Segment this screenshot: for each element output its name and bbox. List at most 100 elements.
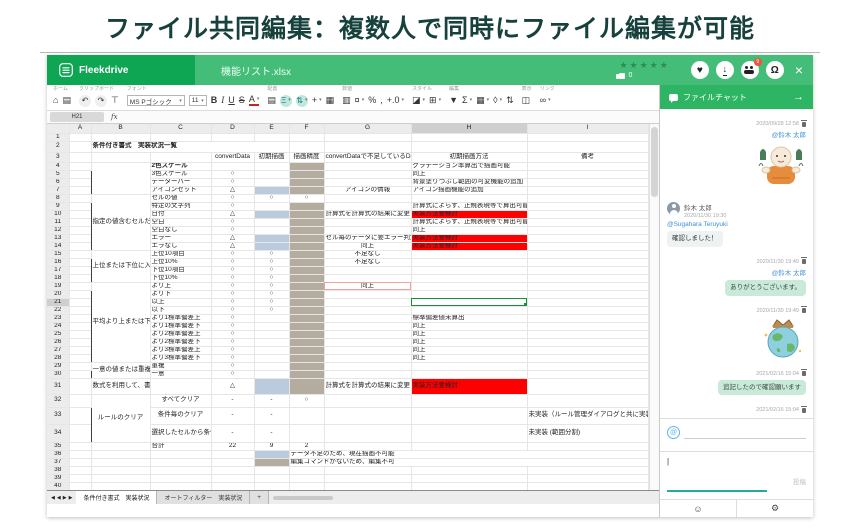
cell-H29[interactable] — [410, 361, 528, 371]
cell-F36[interactable]: データ不足のため、現在描画不可能 — [289, 450, 649, 459]
select-all-corner[interactable] — [47, 124, 70, 134]
cell-F13[interactable] — [288, 233, 325, 243]
cell-G30[interactable] — [323, 369, 412, 379]
italic-button[interactable]: I — [221, 96, 224, 105]
like-widget[interactable]: 0 — [616, 72, 632, 79]
cell-B3[interactable] — [90, 151, 151, 163]
cell-E20[interactable]: ○ — [253, 289, 290, 299]
cell-A40[interactable] — [69, 482, 92, 490]
cell-A9[interactable] — [69, 202, 92, 211]
cell-H5[interactable]: 同上 — [410, 169, 528, 179]
cell-C7[interactable]: アイコンセット — [149, 185, 212, 195]
cell-H19[interactable] — [410, 281, 528, 291]
cell-I2[interactable] — [527, 141, 649, 153]
merge-cells-button[interactable]: ▦ — [326, 96, 335, 105]
cell-F18[interactable] — [288, 273, 325, 283]
cell-E38[interactable] — [254, 466, 290, 475]
row-header-12[interactable]: 12 — [47, 226, 70, 235]
cell-F16[interactable] — [288, 257, 325, 267]
row-header-35[interactable]: 35 — [47, 442, 70, 451]
cell-D40[interactable] — [211, 482, 255, 490]
cell-E21[interactable]: ○ — [253, 297, 290, 307]
row-header-20[interactable]: 20 — [47, 290, 70, 299]
cell-G33[interactable] — [323, 406, 412, 425]
sheet-nav-button[interactable]: ◀ — [57, 495, 61, 501]
cell-F27[interactable] — [288, 345, 325, 355]
cell-F34[interactable] — [288, 423, 325, 443]
cell-H9[interactable]: 計算式によらず、正規表現等で算出可能 — [410, 201, 528, 211]
cell-E39[interactable] — [254, 474, 290, 483]
cell-A1[interactable] — [69, 133, 92, 142]
delete-message-icon[interactable] — [801, 306, 807, 314]
sort-button[interactable]: ⇅ — [506, 96, 514, 105]
cell-F9[interactable] — [288, 201, 325, 211]
cell-G29[interactable] — [323, 361, 412, 371]
cell-A5[interactable] — [69, 170, 92, 179]
cell-B1[interactable] — [91, 133, 151, 142]
cell-I14[interactable] — [526, 241, 649, 251]
cell-I6[interactable] — [526, 177, 649, 187]
cell-D22[interactable]: ○ — [210, 305, 255, 315]
cell-D6[interactable]: ○ — [210, 177, 255, 187]
cell-I40[interactable] — [527, 482, 649, 490]
cell-H7[interactable]: アイコン描画機能の追加 — [410, 185, 528, 195]
cell-C40[interactable] — [150, 482, 212, 490]
cell-G9[interactable] — [323, 201, 412, 211]
cell-E35[interactable]: 9 — [253, 441, 290, 451]
cell-F28[interactable] — [288, 353, 325, 363]
cell-A21[interactable] — [69, 298, 92, 307]
cell-name-box[interactable]: H21 — [50, 112, 104, 122]
row-header-30[interactable]: 30 — [47, 370, 70, 379]
home-button[interactable]: ⌂ — [53, 96, 58, 105]
sheet-tab[interactable]: オートフィルター 実装状況 — [157, 491, 251, 504]
cell-G32[interactable] — [323, 393, 412, 408]
cell-D34[interactable]: - — [210, 423, 255, 443]
cell-E32[interactable]: - — [253, 393, 290, 408]
cell-D28[interactable]: ○ — [210, 353, 255, 363]
row-header-15[interactable]: 15 — [47, 250, 70, 259]
cell-A18[interactable] — [69, 274, 92, 283]
cell-G17[interactable] — [323, 265, 412, 275]
borders-button[interactable]: ⊞ ▾ — [429, 96, 441, 105]
row-header-16[interactable]: 16 — [47, 258, 70, 267]
cell-G14[interactable]: 同上 — [323, 241, 412, 251]
column-header-A[interactable]: A — [69, 124, 92, 134]
cell-I27[interactable] — [526, 345, 649, 355]
cell-C20[interactable]: より下 — [149, 289, 212, 299]
comma-button[interactable]: , — [380, 96, 383, 105]
cell-H18[interactable] — [410, 273, 528, 283]
cell-G5[interactable] — [323, 169, 412, 179]
cell-H35[interactable] — [410, 441, 528, 451]
cell-D24[interactable]: ○ — [210, 321, 255, 331]
cell-C12[interactable]: 空白なし — [149, 225, 212, 235]
mention-link[interactable]: @鈴木 太郎 — [667, 267, 806, 277]
cell-H13[interactable]: 実装方法要検討 — [410, 233, 528, 243]
cell-C3[interactable] — [149, 151, 212, 163]
cell-C30[interactable]: 一意 — [149, 369, 212, 379]
cell-I18[interactable] — [526, 273, 649, 283]
cell-G34[interactable] — [323, 423, 412, 443]
cell-G24[interactable] — [323, 321, 412, 331]
cell-E25[interactable] — [253, 329, 290, 339]
cell-A34[interactable] — [69, 424, 92, 443]
cell-F29[interactable] — [288, 361, 325, 371]
column-header-C[interactable]: C — [150, 124, 212, 134]
cell-H26[interactable]: 同上 — [410, 337, 528, 347]
download-button[interactable]: ↓ — [715, 61, 734, 79]
cell-B32[interactable]: ルールのクリア — [90, 393, 151, 443]
cell-D33[interactable]: - — [210, 406, 255, 425]
cell-E4[interactable] — [253, 161, 290, 171]
cell-A8[interactable] — [69, 194, 92, 203]
cell-A2[interactable] — [69, 141, 92, 153]
cell-I28[interactable] — [526, 353, 649, 363]
link-button[interactable]: ∞ ▾ — [540, 96, 551, 105]
cell-I29[interactable] — [526, 361, 649, 371]
cell-G7[interactable]: アイコンの情報 — [323, 185, 412, 195]
cell-I17[interactable] — [526, 265, 649, 275]
cell-E18[interactable]: ○ — [253, 273, 290, 283]
cell-H1[interactable] — [411, 133, 528, 142]
cell-H22[interactable] — [410, 305, 528, 315]
freeze-panes-button[interactable]: ◫ — [522, 96, 531, 105]
row-header-34[interactable]: 34 — [47, 424, 70, 443]
cell-C32[interactable]: すべてクリア — [149, 393, 212, 408]
